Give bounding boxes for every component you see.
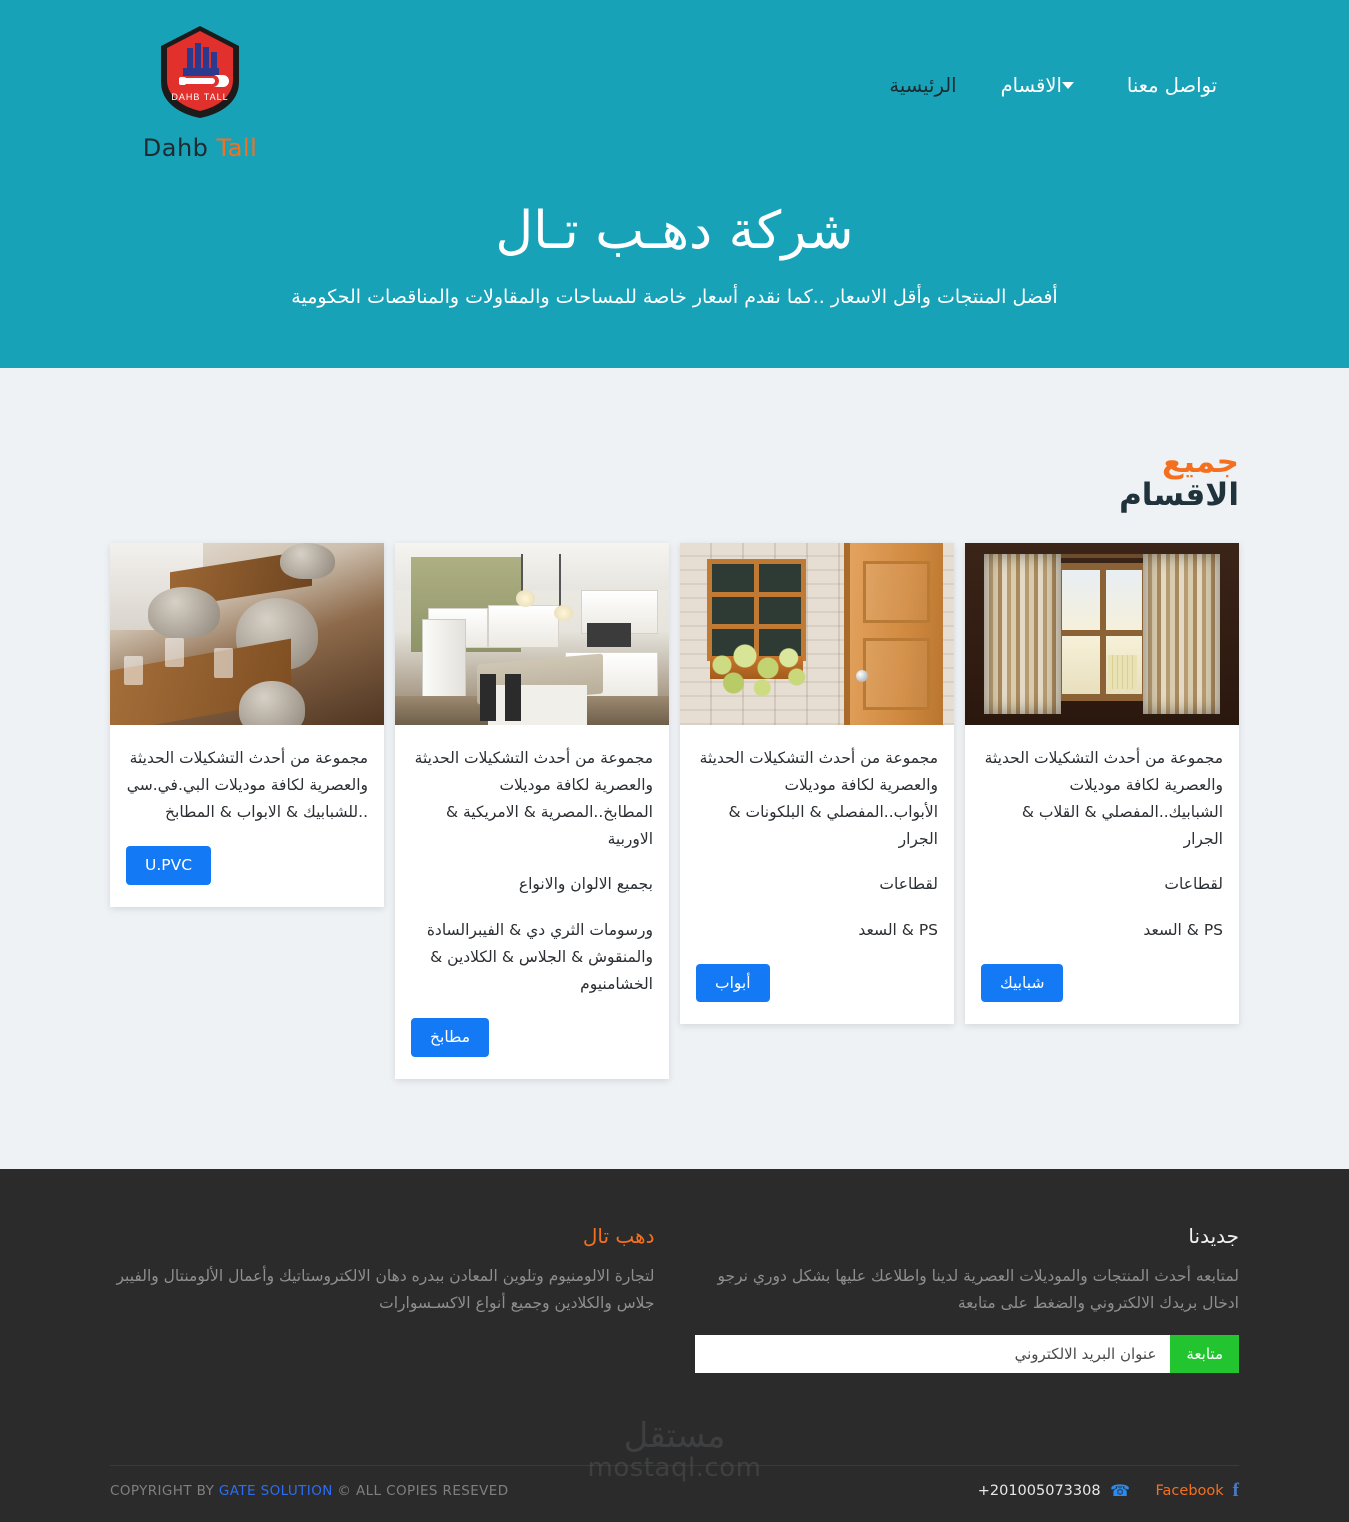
section-heading-line2: الاقسام — [1119, 477, 1239, 514]
category-button-kitchens[interactable]: مطابخ — [411, 1017, 490, 1057]
nav-item-home[interactable]: الرئيسية — [867, 76, 978, 96]
brand-name-part1: Dahb — [142, 134, 209, 162]
footer-columns: دهب تال لتجارة الالومنيوم وتلوين المعادن… — [110, 1223, 1239, 1419]
nav-item-home-label: الرئيسية — [889, 74, 957, 97]
restaurant-interior-photo — [110, 542, 384, 725]
card-paragraph: بجميع الالوان والانواع — [518, 875, 653, 894]
category-card[interactable]: مجموعة من أحدث التشكيلات الحديثة والعصري… — [395, 542, 669, 1079]
card-paragraph: مجموعة من أحدث التشكيلات الحديثة والعصري… — [699, 748, 938, 849]
categories-section: جميع الاقسام مجموعة من أحدث التشكيلات ال… — [0, 368, 1349, 1169]
category-card[interactable]: مجموعة من أحدث التشكيلات الحديثة والعصري… — [680, 542, 954, 1025]
footer-newsletter-text: لمتابعه أحدث المنتجات والموديلات العصرية… — [717, 1266, 1239, 1312]
nav-item-contact[interactable]: تواصل معنا — [1105, 76, 1239, 96]
category-button-upvc[interactable]: U.PVC — [126, 846, 212, 885]
main-nav: الرئيسية الاقسام تواصل معنا — [867, 76, 1239, 96]
brand-name: Dahb Tall — [143, 134, 258, 162]
svg-text:DAHB TALL: DAHB TALL — [171, 92, 228, 102]
card-paragraph: مجموعة من أحدث التشكيلات الحديثة والعصري… — [984, 748, 1223, 849]
phone-icon: ☎ — [1109, 1481, 1130, 1501]
card-body: مجموعة من أحدث التشكيلات الحديثة والعصري… — [110, 725, 384, 907]
category-card[interactable]: مجموعة من أحدث التشكيلات الحديثة والعصري… — [110, 542, 384, 907]
nav-item-contact-label: تواصل معنا — [1126, 74, 1217, 97]
brand-name-part2: Tall — [216, 134, 258, 162]
footer-about-text: لتجارة الالومنيوم وتلوين المعادن ببدره د… — [116, 1266, 655, 1312]
hero-subtitle: أفضل المنتجات وأقل الاسعار ..كما نقدم أس… — [291, 286, 1058, 309]
footer-about-title: دهب تال — [582, 1223, 655, 1248]
category-button-windows[interactable]: شبابيك — [981, 963, 1064, 1003]
card-body: مجموعة من أحدث التشكيلات الحديثة والعصري… — [395, 725, 669, 1079]
watermark-arabic: مستقل — [623, 1415, 726, 1456]
card-paragraph: PS & السعد — [858, 920, 938, 939]
white-kitchen-photo — [395, 542, 669, 725]
card-body: مجموعة من أحدث التشكيلات الحديثة والعصري… — [680, 725, 954, 1024]
footer-about-column: دهب تال لتجارة الالومنيوم وتلوين المعادن… — [110, 1223, 655, 1373]
footer-newsletter-title: جديدنا — [1188, 1223, 1239, 1248]
newsletter-form: متابعة — [694, 1334, 1239, 1373]
category-card[interactable]: مجموعة من أحدث التشكيلات الحديثة والعصري… — [965, 542, 1239, 1025]
section-heading-line1: جميع — [1162, 444, 1239, 480]
footer-newsletter-column: جديدنا لمتابعه أحدث المنتجات والموديلات … — [694, 1223, 1239, 1373]
brick-wall-door-window-photo — [680, 542, 954, 725]
card-paragraph: PS & السعد — [1143, 920, 1223, 939]
nav-item-categories[interactable]: الاقسام — [979, 76, 1105, 96]
navbar: DAHB TALL Dahb Tall الرئيسية الاقسام توا… — [0, 0, 1349, 162]
hero-body: شركة دهـب تـال أفضل المنتجات وأقل الاسعا… — [0, 200, 1349, 311]
shield-wrench-logo-icon: DAHB TALL — [157, 24, 243, 120]
watermark-latin: mostaql.com — [587, 1452, 762, 1483]
email-input[interactable] — [694, 1334, 1171, 1373]
curtained-window-photo — [965, 542, 1239, 725]
mostaql-watermark: مستقل mostaql.com — [110, 1419, 1239, 1489]
card-paragraph: لقطاعات — [879, 875, 938, 894]
subscribe-button[interactable]: متابعة — [1170, 1334, 1239, 1373]
category-button-doors[interactable]: أبواب — [696, 963, 770, 1003]
chevron-down-icon — [1061, 82, 1074, 89]
card-paragraph: مجموعة من أحدث التشكيلات الحديثة والعصري… — [126, 748, 368, 822]
card-paragraph: مجموعة من أحدث التشكيلات الحديثة والعصري… — [414, 748, 653, 849]
category-card-list: مجموعة من أحدث التشكيلات الحديثة والعصري… — [110, 542, 1239, 1169]
card-paragraph: لقطاعات — [1164, 875, 1223, 894]
hero-title: شركة دهـب تـال — [495, 201, 854, 261]
nav-item-categories-label: الاقسام — [1000, 74, 1062, 97]
footer: دهب تال لتجارة الالومنيوم وتلوين المعادن… — [0, 1168, 1349, 1522]
card-body: مجموعة من أحدث التشكيلات الحديثة والعصري… — [965, 725, 1239, 1024]
card-paragraph: ورسومات الثري دي & الفيبرالسادة والمنقوش… — [426, 920, 653, 993]
section-heading: جميع الاقسام — [110, 368, 1239, 543]
brand-logo-block[interactable]: DAHB TALL Dahb Tall — [110, 14, 290, 162]
hero-section: DAHB TALL Dahb Tall الرئيسية الاقسام توا… — [0, 0, 1349, 368]
